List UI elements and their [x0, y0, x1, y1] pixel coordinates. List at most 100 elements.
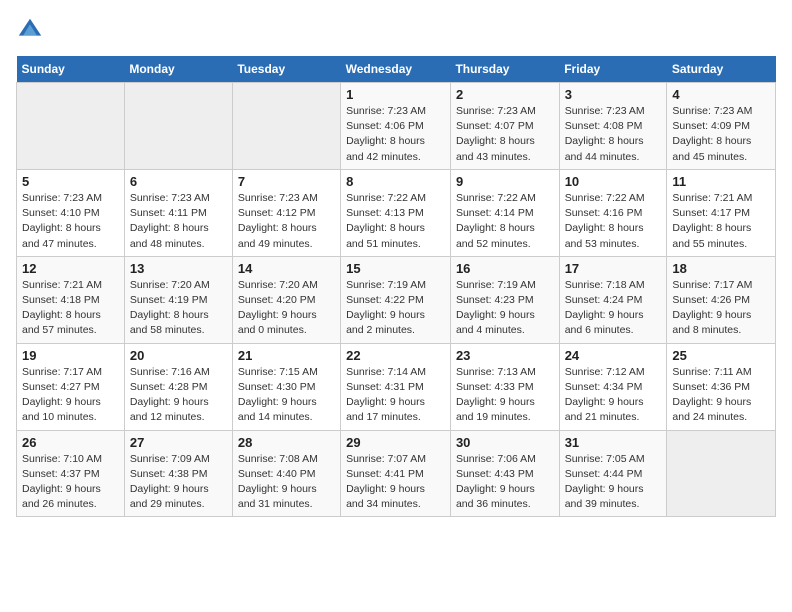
day-info: Sunrise: 7:23 AMSunset: 4:10 PMDaylight:… — [22, 191, 119, 252]
day-info: Sunrise: 7:19 AMSunset: 4:23 PMDaylight:… — [456, 278, 554, 339]
day-cell — [667, 430, 776, 517]
day-cell: 18 Sunrise: 7:17 AMSunset: 4:26 PMDayligh… — [667, 256, 776, 343]
day-cell: 22Sunrise: 7:14 AMSunset: 4:31 PMDayligh… — [341, 343, 451, 430]
day-cell: 26 Sunrise: 7:10 AMSunset: 4:37 PMDayligh… — [17, 430, 125, 517]
day-number: 3 — [565, 87, 662, 102]
day-cell — [124, 83, 232, 170]
day-info: Sunrise: 7:14 AMSunset: 4:31 PMDaylight:… — [346, 365, 445, 426]
day-number: 26 — [22, 435, 119, 450]
day-number: 11 — [672, 174, 770, 189]
day-cell: 12Sunrise: 7:21 AMSunset: 4:18 PMDayligh… — [17, 256, 125, 343]
day-info: Sunrise: 7:11 AMSunset: 4:36 PMDaylight:… — [672, 365, 770, 426]
day-cell: 28 Sunrise: 7:08 AMSunset: 4:40 PMDayligh… — [232, 430, 340, 517]
day-number: 1 — [346, 87, 445, 102]
day-number: 28 — [238, 435, 335, 450]
day-info: Sunrise: 7:22 AMSunset: 4:16 PMDaylight:… — [565, 191, 662, 252]
day-number: 5 — [22, 174, 119, 189]
day-info: Sunrise: 7:22 AMSunset: 4:13 PMDaylight:… — [346, 191, 445, 252]
day-cell: 27 Sunrise: 7:09 AMSunset: 4:38 PMDayligh… — [124, 430, 232, 517]
header-cell-friday: Friday — [559, 56, 667, 83]
day-cell: 30 Sunrise: 7:06 AMSunset: 4:43 PMDayligh… — [450, 430, 559, 517]
day-cell: 11 Sunrise: 7:21 AMSunset: 4:17 PMDayligh… — [667, 169, 776, 256]
day-cell: 10 Sunrise: 7:22 AMSunset: 4:16 PMDayligh… — [559, 169, 667, 256]
day-cell: 13 Sunrise: 7:20 AMSunset: 4:19 PMDayligh… — [124, 256, 232, 343]
day-info: Sunrise: 7:23 AMSunset: 4:07 PMDaylight:… — [456, 104, 554, 165]
day-cell: 6 Sunrise: 7:23 AMSunset: 4:11 PMDaylight… — [124, 169, 232, 256]
day-number: 12 — [22, 261, 119, 276]
day-info: Sunrise: 7:17 AMSunset: 4:26 PMDaylight:… — [672, 278, 770, 339]
day-cell: 5 Sunrise: 7:23 AMSunset: 4:10 PMDaylight… — [17, 169, 125, 256]
day-cell: 15 Sunrise: 7:19 AMSunset: 4:22 PMDayligh… — [341, 256, 451, 343]
day-info: Sunrise: 7:16 AMSunset: 4:28 PMDaylight:… — [130, 365, 227, 426]
week-row-2: 5 Sunrise: 7:23 AMSunset: 4:10 PMDaylight… — [17, 169, 776, 256]
day-info: Sunrise: 7:08 AMSunset: 4:40 PMDaylight:… — [238, 452, 335, 513]
day-number: 30 — [456, 435, 554, 450]
calendar-table: SundayMondayTuesdayWednesdayThursdayFrid… — [16, 56, 776, 517]
day-cell: 19 Sunrise: 7:17 AMSunset: 4:27 PMDayligh… — [17, 343, 125, 430]
day-number: 10 — [565, 174, 662, 189]
day-number: 6 — [130, 174, 227, 189]
day-number: 7 — [238, 174, 335, 189]
day-cell: 7Sunrise: 7:23 AMSunset: 4:12 PMDaylight… — [232, 169, 340, 256]
day-cell: 8 Sunrise: 7:22 AMSunset: 4:13 PMDaylight… — [341, 169, 451, 256]
day-info: Sunrise: 7:20 AMSunset: 4:19 PMDaylight:… — [130, 278, 227, 339]
day-number: 29 — [346, 435, 445, 450]
week-row-4: 19 Sunrise: 7:17 AMSunset: 4:27 PMDayligh… — [17, 343, 776, 430]
day-cell: 24 Sunrise: 7:12 AMSunset: 4:34 PMDayligh… — [559, 343, 667, 430]
day-cell: 2 Sunrise: 7:23 AMSunset: 4:07 PMDaylight… — [450, 83, 559, 170]
day-number: 24 — [565, 348, 662, 363]
day-info: Sunrise: 7:05 AMSunset: 4:44 PMDaylight:… — [565, 452, 662, 513]
header-row: SundayMondayTuesdayWednesdayThursdayFrid… — [17, 56, 776, 83]
day-cell — [17, 83, 125, 170]
header-cell-saturday: Saturday — [667, 56, 776, 83]
day-info: Sunrise: 7:20 AMSunset: 4:20 PMDaylight:… — [238, 278, 335, 339]
week-row-5: 26 Sunrise: 7:10 AMSunset: 4:37 PMDayligh… — [17, 430, 776, 517]
day-number: 19 — [22, 348, 119, 363]
day-info: Sunrise: 7:23 AMSunset: 4:08 PMDaylight:… — [565, 104, 662, 165]
day-info: Sunrise: 7:09 AMSunset: 4:38 PMDaylight:… — [130, 452, 227, 513]
day-number: 20 — [130, 348, 227, 363]
week-row-3: 12Sunrise: 7:21 AMSunset: 4:18 PMDayligh… — [17, 256, 776, 343]
header-cell-sunday: Sunday — [17, 56, 125, 83]
header-cell-tuesday: Tuesday — [232, 56, 340, 83]
day-number: 31 — [565, 435, 662, 450]
day-cell: 31 Sunrise: 7:05 AMSunset: 4:44 PMDayligh… — [559, 430, 667, 517]
day-number: 21 — [238, 348, 335, 363]
day-number: 13 — [130, 261, 227, 276]
day-number: 8 — [346, 174, 445, 189]
day-info: Sunrise: 7:06 AMSunset: 4:43 PMDaylight:… — [456, 452, 554, 513]
day-info: Sunrise: 7:07 AMSunset: 4:41 PMDaylight:… — [346, 452, 445, 513]
day-number: 4 — [672, 87, 770, 102]
day-cell: 14Sunrise: 7:20 AMSunset: 4:20 PMDayligh… — [232, 256, 340, 343]
day-number: 15 — [346, 261, 445, 276]
day-info: Sunrise: 7:10 AMSunset: 4:37 PMDaylight:… — [22, 452, 119, 513]
day-number: 18 — [672, 261, 770, 276]
day-cell: 21 Sunrise: 7:15 AMSunset: 4:30 PMDayligh… — [232, 343, 340, 430]
header-cell-thursday: Thursday — [450, 56, 559, 83]
day-info: Sunrise: 7:19 AMSunset: 4:22 PMDaylight:… — [346, 278, 445, 339]
day-cell: 3 Sunrise: 7:23 AMSunset: 4:08 PMDaylight… — [559, 83, 667, 170]
day-info: Sunrise: 7:22 AMSunset: 4:14 PMDaylight:… — [456, 191, 554, 252]
day-cell: 4Sunrise: 7:23 AMSunset: 4:09 PMDaylight… — [667, 83, 776, 170]
day-info: Sunrise: 7:12 AMSunset: 4:34 PMDaylight:… — [565, 365, 662, 426]
day-number: 23 — [456, 348, 554, 363]
day-cell: 1 Sunrise: 7:23 AMSunset: 4:06 PMDaylight… — [341, 83, 451, 170]
day-info: Sunrise: 7:23 AMSunset: 4:06 PMDaylight:… — [346, 104, 445, 165]
header-cell-monday: Monday — [124, 56, 232, 83]
day-info: Sunrise: 7:17 AMSunset: 4:27 PMDaylight:… — [22, 365, 119, 426]
day-info: Sunrise: 7:13 AMSunset: 4:33 PMDaylight:… — [456, 365, 554, 426]
day-cell: 9 Sunrise: 7:22 AMSunset: 4:14 PMDaylight… — [450, 169, 559, 256]
day-number: 2 — [456, 87, 554, 102]
day-info: Sunrise: 7:23 AMSunset: 4:11 PMDaylight:… — [130, 191, 227, 252]
day-info: Sunrise: 7:21 AMSunset: 4:17 PMDaylight:… — [672, 191, 770, 252]
day-number: 27 — [130, 435, 227, 450]
day-number: 9 — [456, 174, 554, 189]
day-number: 16 — [456, 261, 554, 276]
week-row-1: 1 Sunrise: 7:23 AMSunset: 4:06 PMDaylight… — [17, 83, 776, 170]
day-number: 25 — [672, 348, 770, 363]
day-cell — [232, 83, 340, 170]
day-number: 17 — [565, 261, 662, 276]
logo-icon — [16, 16, 44, 44]
day-info: Sunrise: 7:15 AMSunset: 4:30 PMDaylight:… — [238, 365, 335, 426]
page-header — [16, 16, 776, 44]
